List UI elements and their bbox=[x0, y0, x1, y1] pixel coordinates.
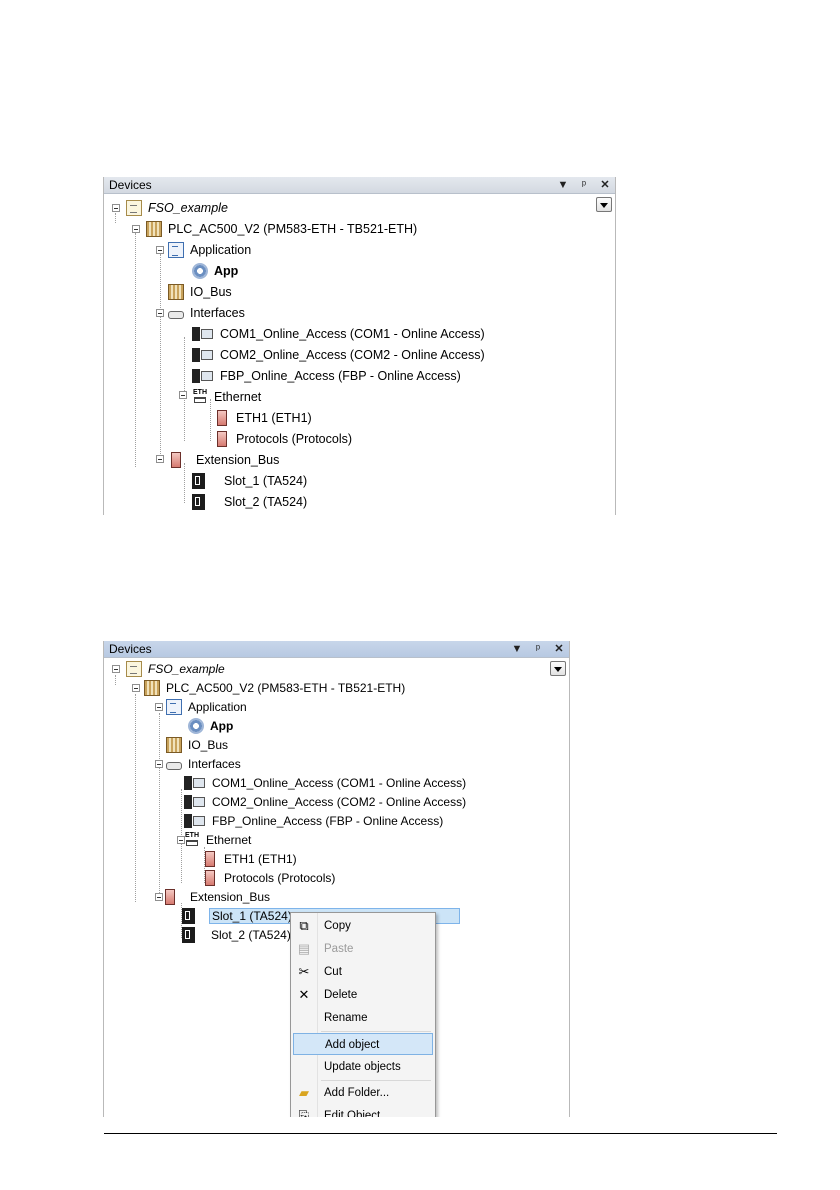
extension-bus-icon bbox=[165, 888, 175, 905]
tree-node-io-bus[interactable]: IO_Bus bbox=[166, 735, 230, 754]
project-icon bbox=[126, 660, 142, 677]
panel-titlebar: Devices ▼ ᵖ ✕ bbox=[104, 641, 569, 658]
close-icon[interactable]: ✕ bbox=[599, 177, 611, 194]
interfaces-icon bbox=[168, 310, 184, 319]
tree-node-eth1[interactable]: ETH1 (ETH1) bbox=[214, 408, 314, 427]
tree-node-interfaces[interactable]: Interfaces bbox=[168, 303, 247, 322]
dropdown-arrow-icon[interactable]: ▼ bbox=[511, 641, 523, 658]
panel-titlebar: Devices ▼ ᵖ ✕ bbox=[104, 177, 615, 194]
tree-node-extension-bus[interactable]: Extension_Bus bbox=[162, 887, 272, 906]
tree-node-app[interactable]: App bbox=[192, 261, 240, 280]
tree-node-com2[interactable]: COM2_Online_Access (COM2 - Online Access… bbox=[192, 345, 487, 364]
panel-title: Devices bbox=[109, 178, 152, 192]
delete-x-icon: ✕ bbox=[298, 987, 310, 1002]
project-icon bbox=[126, 199, 142, 216]
tree-node-fbp[interactable]: FBP_Online_Access (FBP - Online Access) bbox=[184, 811, 445, 830]
menu-item-edit-object[interactable]: ⎘ Edit Object bbox=[293, 1105, 433, 1118]
devices-panel-bottom: Devices ▼ ᵖ ✕ FSO_example PLC_AC500_V2 (… bbox=[103, 641, 570, 1117]
gear-icon bbox=[188, 717, 204, 734]
tree-node-project[interactable]: FSO_example bbox=[126, 659, 227, 678]
io-bus-icon bbox=[166, 736, 182, 753]
com-port-icon bbox=[192, 347, 214, 363]
ethernet-icon: ETH bbox=[184, 832, 200, 848]
com-port-icon bbox=[184, 775, 206, 791]
tree-node-application[interactable]: Application bbox=[168, 240, 253, 259]
tree-node-protocols[interactable]: Protocols (Protocols) bbox=[214, 429, 354, 448]
extension-bus-icon bbox=[171, 451, 181, 468]
paste-icon: ▤ bbox=[297, 941, 311, 956]
menu-item-paste[interactable]: ▤ Paste bbox=[293, 938, 433, 960]
tree-node-eth1[interactable]: ETH1 (ETH1) bbox=[202, 849, 299, 868]
panel-title: Devices bbox=[109, 642, 152, 656]
com-port-icon bbox=[184, 794, 206, 810]
tree-node-slot1[interactable]: Slot_1 (TA524) bbox=[192, 471, 309, 490]
fbp-port-icon bbox=[192, 368, 214, 384]
context-menu: ⧉ Copy ▤ Paste ✂ Cut ✕ Delete Rename Add… bbox=[290, 912, 436, 1117]
slot-icon bbox=[182, 926, 195, 943]
plc-icon bbox=[144, 679, 160, 696]
tree-options-dropdown-button[interactable] bbox=[596, 197, 612, 212]
tree-node-app[interactable]: App bbox=[188, 716, 235, 735]
pin-icon[interactable]: ᵖ bbox=[578, 177, 590, 194]
plc-icon bbox=[146, 220, 162, 237]
close-icon[interactable]: ✕ bbox=[553, 641, 565, 658]
tree-node-ethernet[interactable]: ETH Ethernet bbox=[184, 830, 253, 849]
dropdown-arrow-icon[interactable]: ▼ bbox=[557, 177, 569, 194]
tree-node-slot2[interactable]: Slot_2 (TA524) bbox=[192, 492, 309, 511]
application-icon bbox=[168, 241, 184, 258]
tree-node-plc[interactable]: PLC_AC500_V2 (PM583-ETH - TB521-ETH) bbox=[144, 678, 407, 697]
application-icon bbox=[166, 698, 182, 715]
menu-item-delete[interactable]: ✕ Delete bbox=[293, 984, 433, 1006]
menu-item-add-folder[interactable]: ▰ Add Folder... bbox=[293, 1082, 433, 1104]
tree-node-slot2[interactable]: Slot_2 (TA524) bbox=[182, 925, 293, 944]
tree-node-ethernet[interactable]: ETH Ethernet bbox=[192, 387, 263, 406]
scissors-icon: ✂ bbox=[298, 964, 310, 979]
copy-icon: ⧉ bbox=[299, 918, 309, 933]
module-icon bbox=[205, 850, 215, 867]
com-port-icon bbox=[192, 326, 214, 342]
slot-icon bbox=[182, 907, 195, 924]
interfaces-icon bbox=[166, 761, 182, 770]
pin-icon[interactable]: ᵖ bbox=[532, 641, 544, 658]
tree-node-protocols[interactable]: Protocols (Protocols) bbox=[202, 868, 337, 887]
devices-panel-top: Devices ▼ ᵖ ✕ FSO_example PLC_AC500_V2 (… bbox=[103, 177, 616, 515]
tree-node-io-bus[interactable]: IO_Bus bbox=[168, 282, 234, 301]
page-footer-rule bbox=[104, 1133, 777, 1134]
tree-node-extension-bus[interactable]: Extension_Bus bbox=[168, 450, 281, 469]
slot-icon bbox=[192, 493, 205, 510]
slot-icon bbox=[192, 472, 205, 489]
tree-node-plc[interactable]: PLC_AC500_V2 (PM583-ETH - TB521-ETH) bbox=[146, 219, 419, 238]
module-icon bbox=[217, 409, 227, 426]
io-bus-icon bbox=[168, 283, 184, 300]
tree-node-com2[interactable]: COM2_Online_Access (COM2 - Online Access… bbox=[184, 792, 468, 811]
menu-item-copy[interactable]: ⧉ Copy bbox=[293, 915, 433, 937]
menu-item-rename[interactable]: Rename bbox=[293, 1007, 433, 1029]
tree-node-com1[interactable]: COM1_Online_Access (COM1 - Online Access… bbox=[192, 324, 487, 343]
edit-object-icon: ⎘ bbox=[298, 1108, 310, 1118]
tree-node-fbp[interactable]: FBP_Online_Access (FBP - Online Access) bbox=[192, 366, 463, 385]
menu-item-cut[interactable]: ✂ Cut bbox=[293, 961, 433, 983]
tree-node-com1[interactable]: COM1_Online_Access (COM1 - Online Access… bbox=[184, 773, 468, 792]
tree-node-application[interactable]: Application bbox=[166, 697, 249, 716]
folder-icon: ▰ bbox=[299, 1085, 309, 1100]
ethernet-icon: ETH bbox=[192, 389, 208, 405]
gear-icon bbox=[192, 262, 208, 279]
module-icon bbox=[205, 869, 215, 886]
tree-node-project[interactable]: FSO_example bbox=[126, 198, 230, 217]
fbp-port-icon bbox=[184, 813, 206, 829]
tree-node-interfaces[interactable]: Interfaces bbox=[166, 754, 243, 773]
menu-item-update-objects[interactable]: Update objects bbox=[293, 1056, 433, 1078]
menu-item-add-object[interactable]: Add object bbox=[293, 1033, 433, 1055]
tree-options-dropdown-button[interactable] bbox=[550, 661, 566, 676]
module-icon bbox=[217, 430, 227, 447]
